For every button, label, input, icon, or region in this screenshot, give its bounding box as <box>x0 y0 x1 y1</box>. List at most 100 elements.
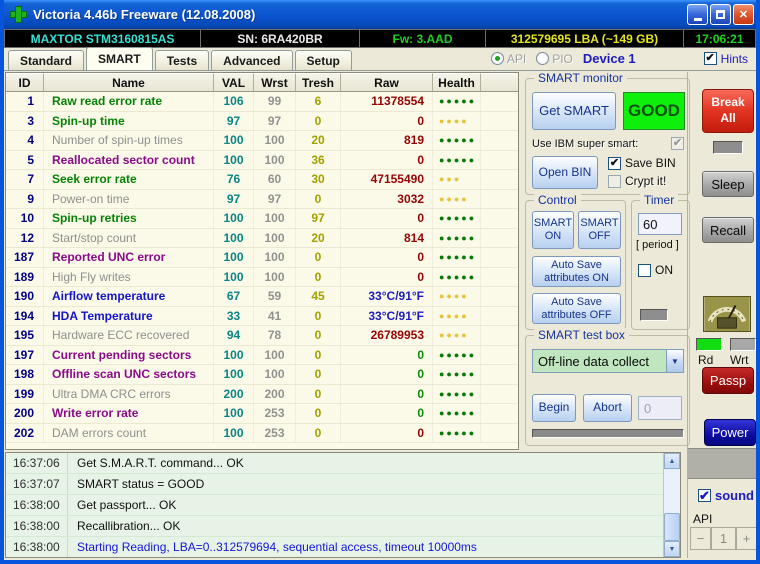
log-scrollbar[interactable]: ▲ ▼ <box>663 453 680 557</box>
attr-val: 100 <box>214 228 254 247</box>
save-bin-label: Save BIN <box>625 156 676 170</box>
log-row[interactable]: 16:38:00 Get passport... OK <box>6 495 663 516</box>
auto-save-off-button[interactable]: Auto Save attributes OFF <box>532 293 621 324</box>
title-bar[interactable]: Victoria 4.46b Freeware (12.08.2008) ✕ <box>4 0 756 29</box>
attribute-row-189[interactable]: 189 High Fly writes 100 100 0 0 ●●●●● <box>6 267 518 287</box>
power-button[interactable]: Power <box>704 419 756 446</box>
ibm-super-smart-checkbox[interactable]: ✔ <box>671 137 684 150</box>
sleep-button[interactable]: Sleep <box>702 171 754 197</box>
crypt-checkbox[interactable] <box>608 174 621 188</box>
timer-title: Timer <box>640 193 679 207</box>
attribute-row-1[interactable]: 1 Raw read error rate 106 99 6 11378554 ●●●●● <box>6 92 518 112</box>
crypt-label: Crypt it! <box>625 174 667 188</box>
test-select[interactable]: Off-line data collect ▼ <box>532 349 684 373</box>
chevron-down-icon[interactable]: ▼ <box>666 350 683 372</box>
smart-test-box-title: SMART test box <box>534 328 629 342</box>
attr-wrst: 97 <box>254 189 296 208</box>
attr-raw: 814 <box>341 228 433 247</box>
open-bin-button[interactable]: Open BIN <box>532 156 598 189</box>
attr-raw: 0 <box>341 248 433 267</box>
timer-period-input[interactable] <box>638 213 682 235</box>
auto-save-on-button[interactable]: Auto Save attributes ON <box>532 256 621 287</box>
attribute-row-187[interactable]: 187 Reported UNC error 100 100 0 0 ●●●●● <box>6 248 518 268</box>
smart-off-button[interactable]: SMART OFF <box>578 211 621 249</box>
tab-smart[interactable]: SMART <box>86 47 153 70</box>
maximize-button[interactable] <box>710 4 731 25</box>
health-dots: ●●●●● <box>439 96 477 107</box>
tab-setup[interactable]: Setup <box>294 50 352 70</box>
attribute-row-199[interactable]: 199 Ultra DMA CRC errors 200 200 0 0 ●●●●● <box>6 384 518 404</box>
health-dots: ●●●● <box>439 330 469 341</box>
row-spacer <box>481 151 518 170</box>
attr-health: ●●● <box>433 170 481 189</box>
event-log-body: 16:37:06 Get S.M.A.R.T. command... OK 16:3… <box>6 453 663 557</box>
tab-advanced[interactable]: Advanced <box>211 50 293 70</box>
close-button[interactable]: ✕ <box>733 4 754 25</box>
attr-id: 10 <box>6 209 44 228</box>
attr-name: Spin-up retries <box>44 209 214 228</box>
stepper-minus-button[interactable]: − <box>690 527 711 550</box>
passport-button[interactable]: Passp <box>702 367 754 394</box>
health-dots: ●●●●● <box>439 271 477 282</box>
scrollbar-thumb[interactable] <box>664 513 680 541</box>
minimize-button[interactable] <box>687 4 708 25</box>
break-all-button[interactable]: Break All <box>702 89 754 133</box>
get-smart-button[interactable]: Get SMART <box>532 92 616 130</box>
attribute-row-190[interactable]: 190 Airflow temperature 67 59 45 33°C/91°F ●●●… <box>6 287 518 307</box>
begin-button[interactable]: Begin <box>532 394 576 422</box>
row-spacer <box>481 346 518 365</box>
attribute-row-202[interactable]: 202 DAM errors count 100 253 0 0 ●●●●● <box>6 423 518 443</box>
log-row[interactable]: 16:38:00 Starting Reading, LBA=0..3125796… <box>6 537 663 557</box>
recall-button[interactable]: Recall <box>702 217 754 243</box>
attr-id: 187 <box>6 248 44 267</box>
attr-name: Start/stop count <box>44 228 214 247</box>
row-spacer <box>481 404 518 423</box>
scroll-up-icon[interactable]: ▲ <box>664 453 680 469</box>
log-time: 16:38:00 <box>6 495 68 515</box>
attribute-row-10[interactable]: 10 Spin-up retries 100 100 97 0 ●●●●● <box>6 209 518 229</box>
attr-wrst: 100 <box>254 209 296 228</box>
tab-tests[interactable]: Tests <box>154 50 210 70</box>
attribute-row-4[interactable]: 4 Number of spin-up times 100 100 20 819 ●●●●● <box>6 131 518 151</box>
log-row[interactable]: 16:37:06 Get S.M.A.R.T. command... OK <box>6 453 663 474</box>
attribute-row-7[interactable]: 7 Seek error rate 76 60 30 47155490 ●●● <box>6 170 518 190</box>
row-spacer <box>481 209 518 228</box>
header-val[interactable]: VAL <box>214 73 254 92</box>
header-name[interactable]: Name <box>44 73 214 92</box>
sound-checkbox[interactable]: ✔ <box>698 489 711 502</box>
attr-name: Number of spin-up times <box>44 131 214 150</box>
hints-checkbox[interactable]: ✔ <box>703 52 717 65</box>
attribute-row-12[interactable]: 12 Start/stop count 100 100 20 814 ●●●●● <box>6 228 518 248</box>
health-dots: ●●●●● <box>439 252 477 263</box>
header-health[interactable]: Health <box>433 73 481 92</box>
attribute-row-198[interactable]: 198 Offline scan UNC sectors 100 100 0 0 ●●●●● <box>6 365 518 385</box>
attr-health: ●●●●● <box>433 209 481 228</box>
attribute-row-9[interactable]: 9 Power-on time 97 97 0 3032 ●●●● <box>6 189 518 209</box>
attribute-row-197[interactable]: 197 Current pending sectors 100 100 0 0 ●●●●● <box>6 345 518 365</box>
header-id[interactable]: ID <box>6 73 44 92</box>
smart-on-button[interactable]: SMART ON <box>532 211 574 249</box>
save-bin-checkbox[interactable]: ✔ <box>608 156 621 170</box>
scroll-down-icon[interactable]: ▼ <box>664 541 680 557</box>
api-radio[interactable] <box>490 52 504 65</box>
log-row[interactable]: 16:37:07 SMART status = GOOD <box>6 474 663 495</box>
ibm-super-smart-label: Use IBM super smart: <box>532 137 639 150</box>
smart-monitor-group: SMART monitor Get SMART GOOD Use IBM sup… <box>525 71 690 195</box>
abort-button[interactable]: Abort <box>583 394 632 422</box>
attr-raw: 26789953 <box>341 326 433 345</box>
test-counter-field[interactable] <box>638 396 682 420</box>
timer-on-checkbox[interactable] <box>638 263 651 277</box>
log-row[interactable]: 16:38:00 Recallibration... OK <box>6 516 663 537</box>
header-tresh[interactable]: Tresh <box>296 73 341 92</box>
pio-radio[interactable] <box>536 52 550 65</box>
stepper-plus-button[interactable]: + <box>736 527 756 550</box>
header-raw[interactable]: Raw <box>341 73 433 92</box>
attribute-row-200[interactable]: 200 Write error rate 100 253 0 0 ●●●●● <box>6 404 518 424</box>
attribute-row-194[interactable]: 194 HDA Temperature 33 41 0 33°C/91°F ●●●● <box>6 306 518 326</box>
attribute-row-3[interactable]: 3 Spin-up time 97 97 0 0 ●●●● <box>6 111 518 131</box>
attribute-row-195[interactable]: 195 Hardware ECC recovered 94 78 0 26789953 ●●… <box>6 326 518 346</box>
attribute-row-5[interactable]: 5 Reallocated sector count 100 100 36 0 ●●●●● <box>6 150 518 170</box>
tab-standard[interactable]: Standard <box>8 50 85 70</box>
header-wrst[interactable]: Wrst <box>254 73 296 92</box>
row-spacer <box>481 248 518 267</box>
